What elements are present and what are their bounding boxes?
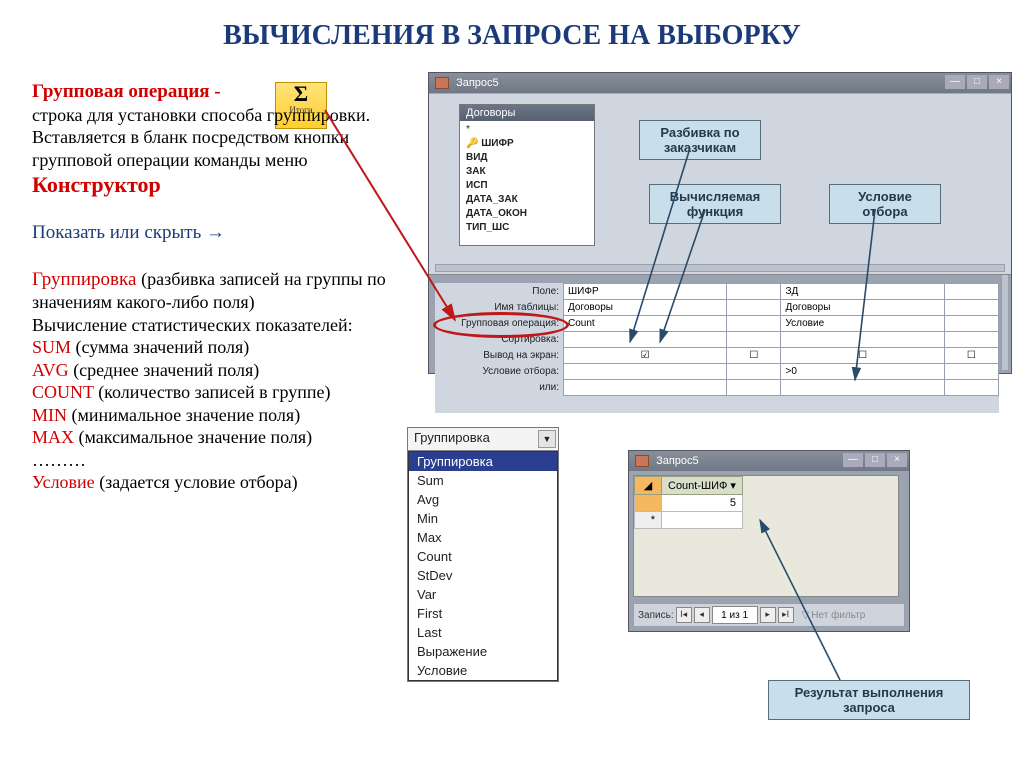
maximize-button[interactable]: □ — [865, 453, 885, 467]
callout-split: Разбивка по заказчикам — [639, 120, 761, 160]
nav-position[interactable] — [712, 606, 758, 624]
table-title: Договоры — [460, 105, 594, 121]
dropdown-selected[interactable]: Группировка ▼ — [408, 428, 558, 451]
dropdown-item[interactable]: Min — [409, 509, 557, 528]
query-designer-window: Запрос5 — □ × Договоры * 🔑 ШИФР ВИД ЗАК … — [428, 72, 1012, 374]
minimize-button[interactable]: — — [945, 75, 965, 89]
dropdown-item[interactable]: Count — [409, 547, 557, 566]
highlight-circle — [433, 312, 569, 338]
record-navigator[interactable]: Запись: I◂ ◂ ▸ ▸I ▽ Нет фильтр — [633, 603, 905, 627]
dropdown-item[interactable]: Выражение — [409, 642, 557, 661]
nav-prev[interactable]: ◂ — [694, 607, 710, 623]
scrollbar-horizontal[interactable] — [435, 264, 1005, 272]
window-title: Запрос5 — [656, 455, 699, 467]
filter-icon: ▽ — [802, 610, 810, 621]
callout-cond: Условие отбора — [829, 184, 941, 224]
minimize-button[interactable]: — — [843, 453, 863, 467]
result-grid[interactable]: ◢ Count-ШИФ ▾ 5 * — [633, 475, 899, 597]
column-header[interactable]: Count-ШИФ ▾ — [662, 477, 743, 495]
result-window: Запрос5 — □ × ◢ Count-ШИФ ▾ 5 * Запись: … — [628, 450, 910, 632]
description-text: Групповая операция - строка для установк… — [32, 80, 422, 494]
cell-value[interactable]: 5 — [662, 495, 743, 512]
dropdown-item[interactable]: Группировка — [409, 452, 557, 471]
chevron-down-icon[interactable]: ▼ — [538, 430, 556, 448]
nav-first[interactable]: I◂ — [676, 607, 692, 623]
slide-title: ВЫЧИСЛЕНИЯ В ЗАПРОСЕ НА ВЫБОРКУ — [0, 0, 1024, 62]
window-titlebar: Запрос5 — □ × — [429, 73, 1011, 93]
dropdown-item[interactable]: First — [409, 604, 557, 623]
dropdown-item[interactable]: Last — [409, 623, 557, 642]
dropdown-item[interactable]: Max — [409, 528, 557, 547]
dropdown-item[interactable]: Var — [409, 585, 557, 604]
window-title: Запрос5 — [456, 77, 499, 89]
groupop-dropdown[interactable]: Группировка ▼ Группировка Sum Avg Min Ma… — [407, 427, 559, 682]
dropdown-item[interactable]: Avg — [409, 490, 557, 509]
window-titlebar: Запрос5 — □ × — [629, 451, 909, 471]
callout-result: Результат выполнения запроса — [768, 680, 970, 720]
query-grid[interactable]: Поле: ШИФР ЗД Имя таблицы: Договоры Дого… — [435, 283, 999, 413]
table-source-box[interactable]: Договоры * 🔑 ШИФР ВИД ЗАК ИСП ДАТА_ЗАК Д… — [459, 104, 595, 246]
nav-next[interactable]: ▸ — [760, 607, 776, 623]
dropdown-item[interactable]: StDev — [409, 566, 557, 585]
nav-last[interactable]: ▸I — [778, 607, 794, 623]
close-button[interactable]: × — [989, 75, 1009, 89]
app-icon — [635, 455, 649, 467]
maximize-button[interactable]: □ — [967, 75, 987, 89]
close-button[interactable]: × — [887, 453, 907, 467]
tables-pane: Договоры * 🔑 ШИФР ВИД ЗАК ИСП ДАТА_ЗАК Д… — [429, 93, 1011, 275]
app-icon — [435, 77, 449, 89]
dropdown-item[interactable]: Sum — [409, 471, 557, 490]
dropdown-list[interactable]: Группировка Sum Avg Min Max Count StDev … — [408, 451, 558, 681]
field-list[interactable]: * 🔑 ШИФР ВИД ЗАК ИСП ДАТА_ЗАК ДАТА_ОКОН … — [460, 121, 594, 237]
callout-func: Вычисляемая функция — [649, 184, 781, 224]
row-selector[interactable]: ◢ — [635, 477, 662, 495]
dropdown-item[interactable]: Условие — [409, 661, 557, 680]
